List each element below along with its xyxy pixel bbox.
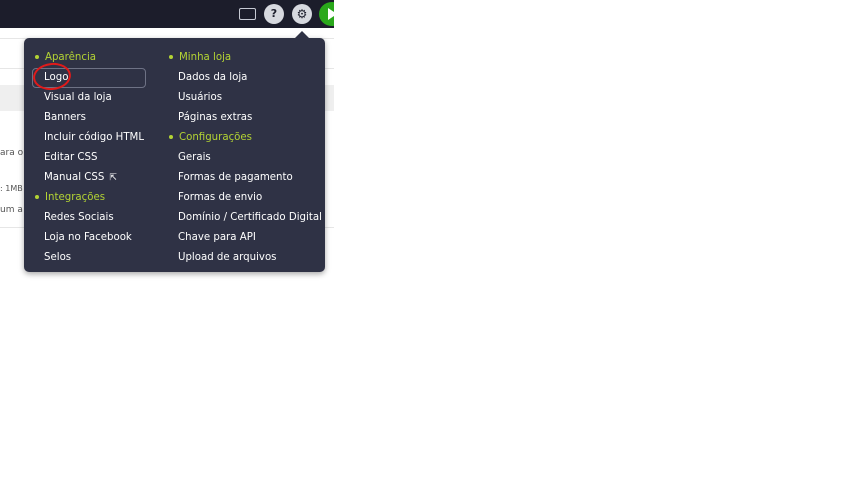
menu-label: Usuários bbox=[178, 92, 223, 103]
background-text: : 1MB bbox=[0, 184, 23, 193]
menu-item-dominio-certificado-digital[interactable]: Domínio / Certificado Digital bbox=[166, 208, 324, 228]
menu-label: Visual da loja bbox=[44, 92, 112, 103]
bullet-icon bbox=[169, 135, 173, 139]
menu-label: Formas de envio bbox=[178, 192, 263, 203]
menu-item-loja-no-facebook[interactable]: Loja no Facebook bbox=[32, 228, 170, 248]
menu-label: Páginas extras bbox=[178, 112, 253, 123]
menu-item-formas-de-envio[interactable]: Formas de envio bbox=[166, 188, 324, 208]
menu-heading-minha-loja: Minha loja bbox=[166, 48, 324, 68]
menu-item-visual-da-loja[interactable]: Visual da loja bbox=[32, 88, 170, 108]
menu-label: Formas de pagamento bbox=[178, 172, 293, 183]
menu-label: Editar CSS bbox=[44, 152, 98, 163]
menu-label: Minha loja bbox=[179, 52, 232, 63]
bullet-icon bbox=[169, 55, 173, 59]
menu-item-manual-css[interactable]: Manual CSS ⇱ bbox=[32, 168, 170, 188]
menu-item-formas-de-pagamento[interactable]: Formas de pagamento bbox=[166, 168, 324, 188]
menu-item-chave-para-api[interactable]: Chave para API bbox=[166, 228, 324, 248]
monitor-icon[interactable] bbox=[239, 8, 256, 20]
menu-label: Loja no Facebook bbox=[44, 232, 132, 243]
menu-item-dados-da-loja[interactable]: Dados da loja bbox=[166, 68, 324, 88]
menu-item-selos[interactable]: Selos bbox=[32, 248, 170, 268]
menu-label: Selos bbox=[44, 252, 72, 263]
background-text: um a bbox=[0, 205, 23, 215]
bullet-icon bbox=[35, 55, 39, 59]
help-icon[interactable]: ? bbox=[264, 4, 284, 24]
menu-column-store: Minha loja Dados da loja Usuários Páginas e… bbox=[166, 48, 324, 268]
external-link-icon: ⇱ bbox=[109, 173, 117, 183]
menu-heading-configuracoes: Configurações bbox=[166, 128, 324, 148]
top-navigation-bar: ? ⚙ bbox=[0, 0, 334, 28]
menu-label: Configurações bbox=[179, 132, 252, 143]
menu-item-upload-de-arquivos[interactable]: Upload de arquivos bbox=[166, 248, 324, 268]
bullet-icon bbox=[35, 195, 39, 199]
menu-item-banners[interactable]: Banners bbox=[32, 108, 170, 128]
menu-label: Upload de arquivos bbox=[178, 252, 277, 263]
menu-label: Integrações bbox=[45, 192, 106, 203]
play-icon[interactable] bbox=[319, 2, 334, 26]
menu-item-incluir-codigo-html[interactable]: Incluir código HTML bbox=[32, 128, 170, 148]
menu-label: Banners bbox=[44, 112, 86, 123]
menu-item-gerais[interactable]: Gerais bbox=[166, 148, 324, 168]
menu-label: Dados da loja bbox=[178, 72, 248, 83]
menu-item-redes-sociais[interactable]: Redes Sociais bbox=[32, 208, 170, 228]
menu-item-editar-css[interactable]: Editar CSS bbox=[32, 148, 170, 168]
menu-label: Aparência bbox=[45, 52, 97, 63]
menu-item-paginas-extras[interactable]: Páginas extras bbox=[166, 108, 324, 128]
menu-label: Incluir código HTML bbox=[44, 132, 145, 143]
menu-item-usuarios[interactable]: Usuários bbox=[166, 88, 324, 108]
background-text: ara o bbox=[0, 148, 24, 158]
menu-label: Domínio / Certificado Digital bbox=[178, 212, 322, 223]
gear-icon[interactable]: ⚙ bbox=[292, 4, 312, 24]
menu-label: Manual CSS bbox=[44, 172, 105, 183]
menu-label: Redes Sociais bbox=[44, 212, 114, 223]
menu-heading-integracoes: Integrações bbox=[32, 188, 170, 208]
menu-label: Chave para API bbox=[178, 232, 256, 243]
menu-label: Gerais bbox=[178, 152, 211, 163]
